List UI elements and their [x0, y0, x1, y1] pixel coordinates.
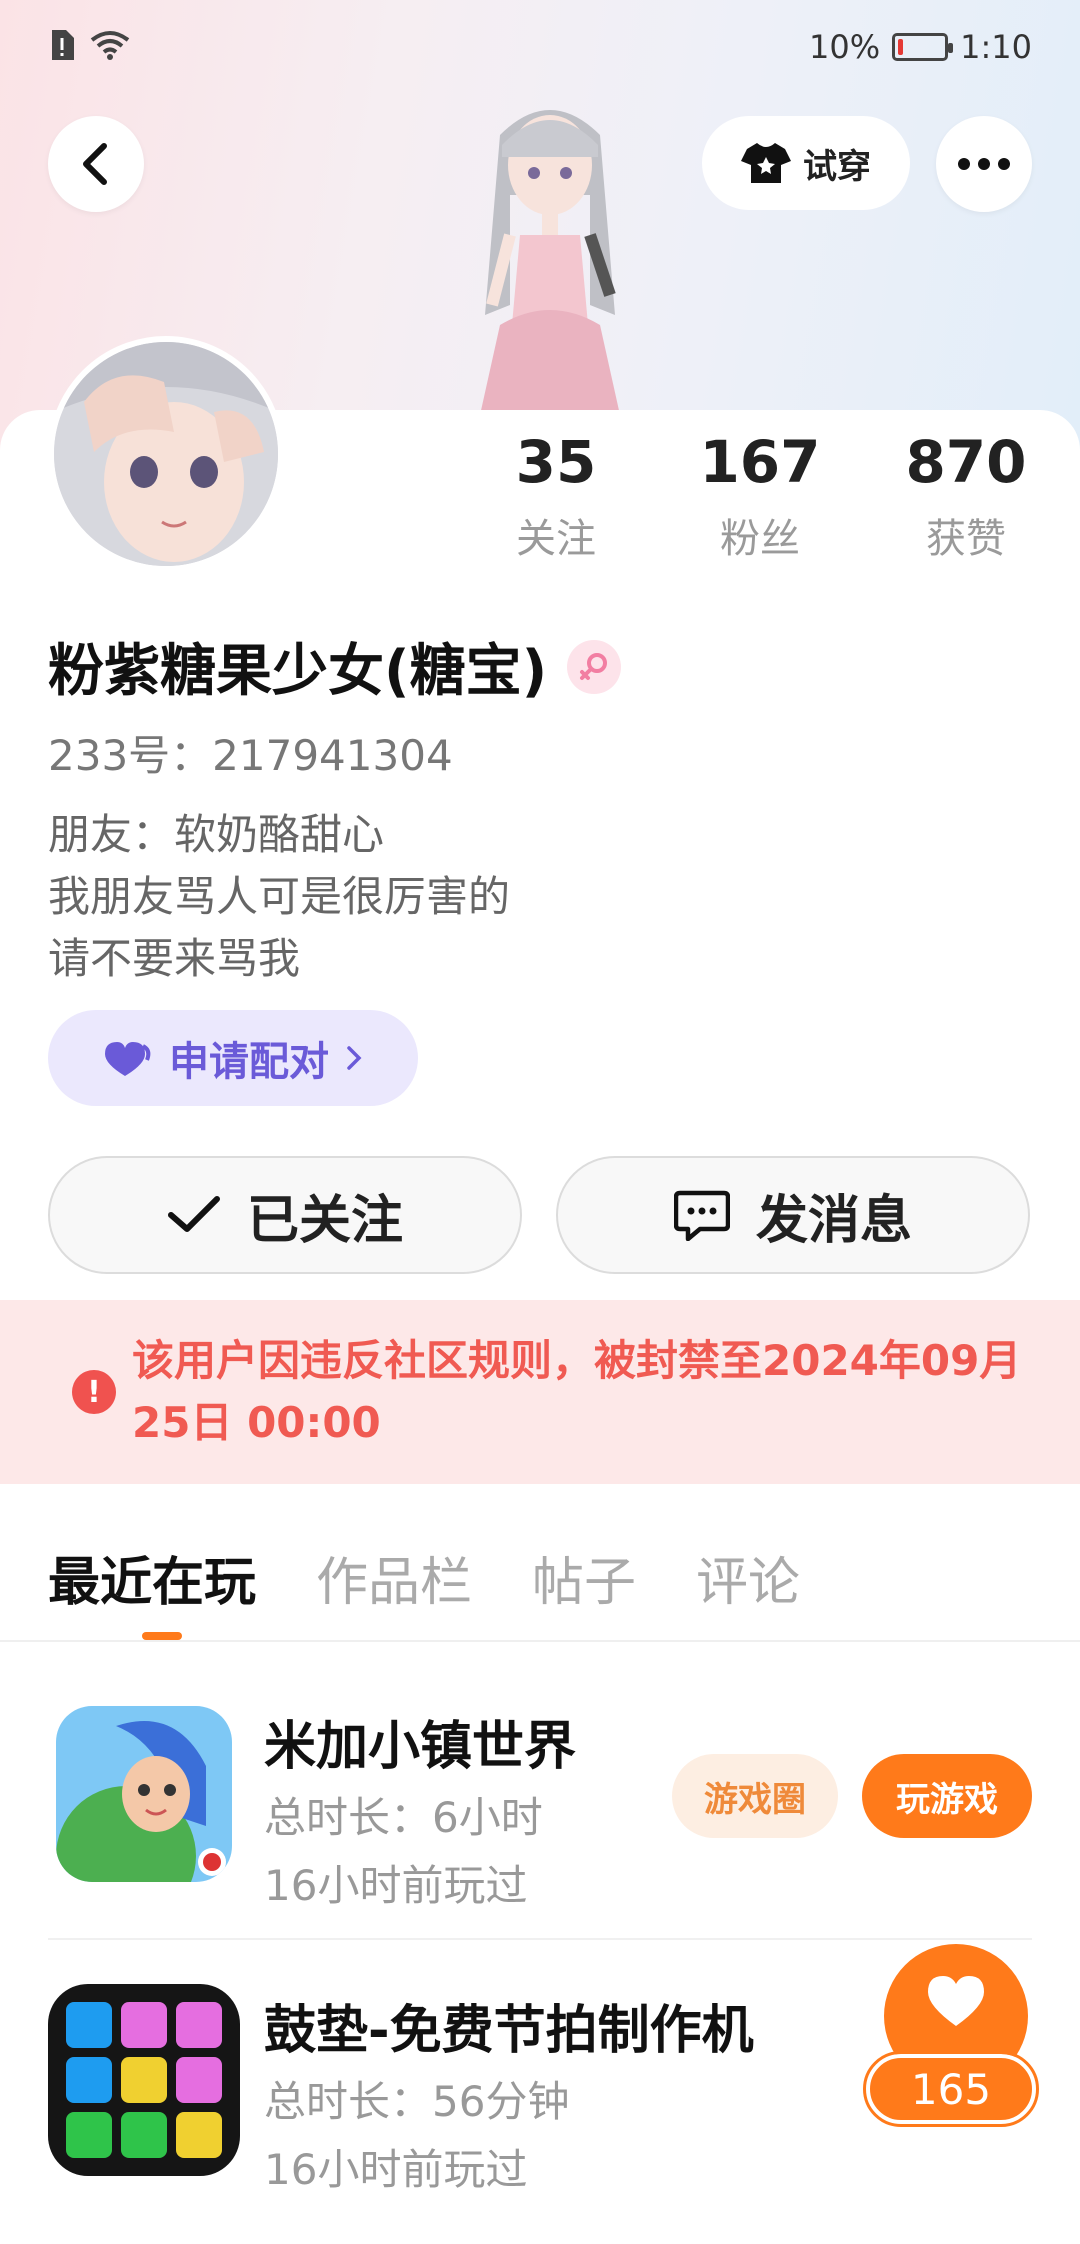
avatar-face-image	[54, 342, 278, 566]
battery-icon	[892, 33, 954, 61]
stat-likes[interactable]: 870 获赞	[866, 428, 1066, 564]
back-arrow-icon	[83, 143, 107, 185]
back-button[interactable]	[48, 116, 144, 212]
play-game-button[interactable]: 玩游戏	[862, 1754, 1032, 1838]
chat-bubble-icon	[673, 1190, 730, 1241]
more-button[interactable]	[936, 116, 1032, 212]
pair-label: 申请配对	[169, 1039, 329, 1085]
battery-level	[898, 39, 904, 55]
likes-count: 870	[905, 428, 1027, 496]
user-id: 233号：217941304	[48, 731, 453, 780]
game-icon-miga-town	[56, 1706, 232, 1882]
like-count: 165	[863, 2051, 1039, 2127]
game-name: 米加小镇世界	[264, 1717, 577, 1777]
game-name: 鼓垫-免费节拍制作机	[264, 2001, 754, 2061]
game-icon-drum-pad	[48, 1984, 240, 2176]
apply-pair-button[interactable]: 申请配对	[48, 1010, 418, 1106]
list-divider	[48, 1938, 1032, 1940]
stat-followers[interactable]: 167 粉丝	[660, 428, 860, 564]
bio-line: 请不要来骂我	[48, 934, 301, 983]
name-row: 粉紫糖果少女(糖宝)	[48, 626, 622, 707]
likes-label: 获赞	[926, 515, 1006, 562]
chevron-right-icon	[347, 1046, 362, 1070]
followers-label: 粉丝	[720, 515, 800, 562]
tab-works[interactable]: 作品栏	[316, 1540, 472, 1615]
game-last-played: 16小时前玩过	[264, 1861, 528, 1910]
warning-icon: !	[72, 1370, 116, 1414]
active-tab-indicator	[142, 1632, 182, 1640]
following-count: 35	[515, 428, 597, 496]
avatar-character-image	[480, 110, 620, 415]
message-button-label: 发消息	[755, 1190, 912, 1251]
heart-icon	[928, 1976, 984, 2026]
game-last-played: 16小时前玩过	[264, 2145, 528, 2194]
bio-line: 朋友：软奶酪甜心	[48, 810, 385, 859]
followers-count: 167	[699, 428, 821, 496]
status-bar: 10% 1:10	[0, 0, 1080, 90]
message-button[interactable]: 发消息	[556, 1156, 1030, 1274]
following-label: 关注	[516, 515, 596, 562]
game-circle-button[interactable]: 游戏圈	[672, 1754, 838, 1838]
tab-posts[interactable]: 帖子	[532, 1540, 636, 1615]
tab-recently-played[interactable]: 最近在玩	[48, 1540, 256, 1615]
profile-tabs: 最近在玩 作品栏 帖子 评论	[48, 1540, 800, 1615]
ban-notice-text: 该用户因违反社区规则，被封禁至2024年09月25日 00:00	[132, 1336, 1022, 1447]
ban-notice: ! 该用户因违反社区规则，被封禁至2024年09月25日 00:00	[0, 1300, 1080, 1484]
female-gender-icon	[567, 639, 622, 694]
stat-following[interactable]: 35 关注	[456, 428, 656, 564]
list-item[interactable]: 米加小镇世界 总时长：6小时 16小时前玩过 游戏圈 玩游戏	[48, 1684, 1032, 1954]
try-on-button[interactable]: 试穿	[702, 116, 910, 210]
avatar[interactable]	[48, 336, 284, 572]
heart-icon	[105, 1042, 151, 1076]
battery-percent: 10%	[809, 28, 881, 66]
clock: 1:10	[960, 28, 1032, 66]
try-on-label: 试穿	[803, 146, 871, 187]
following-button-label: 已关注	[246, 1190, 403, 1251]
wifi-icon	[90, 31, 130, 60]
shirt-icon	[741, 143, 791, 183]
tab-comments[interactable]: 评论	[696, 1540, 800, 1615]
check-icon	[167, 1196, 220, 1232]
bio: 朋友：软奶酪甜心 我朋友骂人可是很厉害的 请不要来骂我	[48, 804, 510, 990]
tabs-divider	[0, 1640, 1080, 1642]
following-button[interactable]: 已关注	[48, 1156, 522, 1274]
game-duration: 总时长：6小时	[264, 1793, 543, 1842]
more-dots-icon	[958, 158, 1010, 170]
sim-alert-icon	[52, 30, 74, 60]
like-fab[interactable]: 165	[862, 1944, 1050, 2130]
game-duration: 总时长：56分钟	[264, 2077, 570, 2126]
username: 粉紫糖果少女(糖宝)	[48, 639, 548, 704]
bio-line: 我朋友骂人可是很厉害的	[48, 872, 511, 921]
